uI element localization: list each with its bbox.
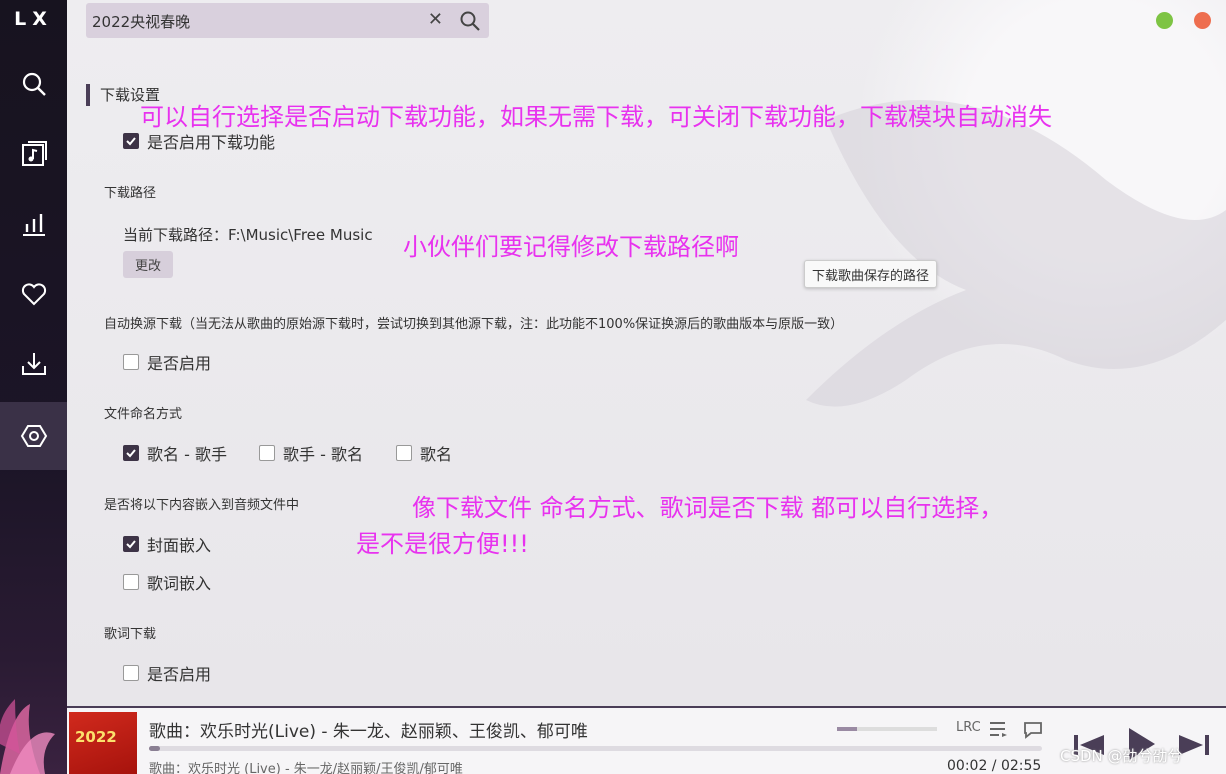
naming-option-singer-song[interactable]: 歌手 - 歌名 [259,441,363,465]
settings-icon [20,425,47,447]
download-path-heading: 下载路径 [104,186,157,201]
naming-heading: 文件命名方式 [104,407,183,422]
lyrics-download-heading: 歌词下载 [104,627,157,642]
enable-download-checkbox[interactable]: 是否启用下载功能 [123,129,275,153]
embed-lyrics-checkbox[interactable]: 歌词嵌入 [123,570,211,594]
nav-favorites[interactable] [0,260,67,328]
lyrics-download-checkbox[interactable]: 是否启用 [123,661,211,685]
check-icon [123,445,139,461]
annotation-note-3a: 像下载文件 命名方式、歌词是否下载 都可以自行选择， [412,494,1004,522]
sidebar: LX [0,0,67,774]
path-tooltip: 下载歌曲保存的路径 [804,260,938,288]
close-button[interactable] [1194,12,1211,29]
nav-download[interactable] [0,330,67,398]
cover-year: 2022 [75,728,117,746]
app-logo: LX [14,8,53,30]
download-icon [21,353,46,375]
volume-fill [837,727,857,731]
auto-switch-checkbox[interactable]: 是否启用 [123,350,211,374]
song-subtitle: 歌曲：欢乐时光 (Live) - 朱一龙/赵丽颖/王俊凯/郁可唯 [149,762,463,774]
search-icon [22,72,46,96]
naming-option-label: 歌手 - 歌名 [283,445,363,464]
checkbox-box [123,574,139,590]
lotus-decoration [0,699,55,774]
naming-option-song[interactable]: 歌名 [396,441,452,465]
embed-heading: 是否将以下内容嵌入到音频文件中 [104,498,300,513]
current-path-text: 当前下载路径：F:\Music\Free Music [123,226,373,244]
enable-download-label: 是否启用下载功能 [147,133,276,152]
change-path-button[interactable]: 更改 [123,251,173,278]
play-time: 00:02 / 02:55 [947,758,1042,774]
search-input[interactable]: 2022央视春晚 [92,11,190,32]
checkbox-box [259,445,275,461]
minimize-button[interactable] [1156,12,1173,29]
annotation-note-2: 小伙伴们要记得修改下载路径啊 [403,233,739,261]
nav-songlist[interactable] [0,120,67,188]
check-icon [123,536,139,552]
lyrics-download-label: 是否启用 [147,665,212,684]
search-icon[interactable] [459,10,481,32]
naming-option-label: 歌名 [420,445,453,464]
lrc-button[interactable]: LRC [956,720,981,735]
player-bar: 2022 歌曲：欢乐时光(Live) - 朱一龙、赵丽颖、王俊凯、郁可唯 歌曲：… [67,706,1226,774]
annotation-note-1: 可以自行选择是否启动下载功能，如果无需下载，可关闭下载功能，下载模块自动消失 [140,103,1052,131]
music-list-icon [21,141,47,166]
progress-fill [149,746,160,751]
clear-icon[interactable]: ✕ [428,9,443,30]
naming-option-song-singer[interactable]: 歌名 - 歌手 [123,441,227,465]
embed-cover-label: 封面嵌入 [147,536,212,555]
nav-leaderboard[interactable] [0,190,67,258]
checkbox-box [123,665,139,681]
song-title: 歌曲：欢乐时光(Live) - 朱一龙、赵丽颖、王俊凯、郁可唯 [149,722,588,742]
settings-page: 2022央视春晚 ✕ 下载设置 是否启用下载功能 下载路径 当前下载路径：F:\… [67,0,1226,706]
nav-search[interactable] [0,50,67,118]
naming-option-label: 歌名 - 歌手 [147,445,227,464]
comment-icon[interactable] [1022,720,1044,740]
volume-slider[interactable] [837,727,937,731]
search-bar: 2022央视春晚 ✕ [86,3,489,38]
embed-cover-checkbox[interactable]: 封面嵌入 [123,532,211,556]
check-icon [123,133,139,149]
checkbox-box [396,445,412,461]
checkbox-box [123,354,139,370]
auto-switch-label: 是否启用 [147,354,212,373]
heart-icon [21,283,46,306]
embed-lyrics-label: 歌词嵌入 [147,574,212,593]
progress-bar[interactable] [149,746,1042,751]
annotation-note-3b: 是不是很方便!!! [356,530,529,558]
auto-switch-heading: 自动换源下载（当无法从歌曲的原始源下载时，尝试切换到其他源下载，注：此功能不10… [104,317,844,332]
bar-chart-icon [22,214,45,236]
album-cover[interactable]: 2022 [69,712,137,774]
watermark: CSDN @劭兮劭兮 [1060,747,1183,765]
playlist-icon[interactable] [989,720,1009,738]
nav-settings[interactable] [0,402,67,470]
